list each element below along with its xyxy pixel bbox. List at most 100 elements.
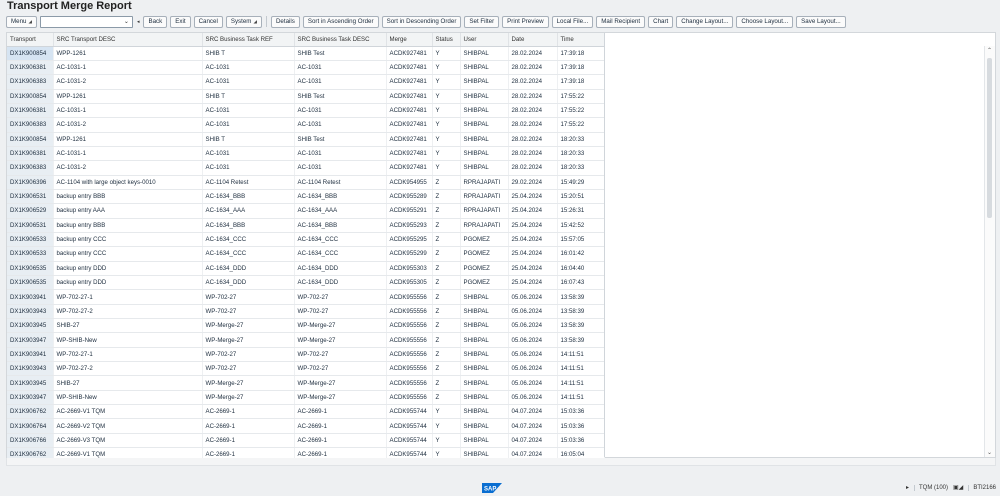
table-cell[interactable]: Y xyxy=(432,117,461,133)
table-cell[interactable]: 28.02.2024 xyxy=(508,74,558,90)
table-cell[interactable]: 05.06.2024 xyxy=(508,375,558,391)
column-header[interactable]: Status xyxy=(432,33,461,47)
table-cell[interactable]: WPP-1261 xyxy=(53,132,203,147)
table-cell[interactable]: SHIBPAL xyxy=(460,46,509,61)
table-cell[interactable]: AC-2669-1 xyxy=(294,404,387,420)
table-row[interactable]: DX1K900854 WPP-1261 SHIB T SHIB Test ACDK927… xyxy=(7,89,605,104)
table-cell[interactable]: DX1K903941 xyxy=(7,347,54,363)
table-cell[interactable]: Y xyxy=(432,46,461,61)
table-cell[interactable]: 05.06.2024 xyxy=(508,332,558,348)
table-row[interactable]: DX1K903945 SHIB-27 WP-Merge-27 WP-Merge-27 A… xyxy=(7,318,605,334)
table-cell[interactable]: PGOMEZ xyxy=(460,232,509,248)
table-cell[interactable]: 16:07:43 xyxy=(557,275,605,291)
table-cell[interactable]: Y xyxy=(432,418,461,434)
table-cell[interactable]: ACDK955299 xyxy=(386,246,433,262)
column-header[interactable]: User xyxy=(460,33,509,47)
table-cell[interactable]: ACDK927481 xyxy=(386,89,433,104)
table-cell[interactable]: backup entry BBB xyxy=(53,218,203,233)
table-cell[interactable]: AC-1634_CCC xyxy=(294,246,387,262)
table-row[interactable]: DX1K906529 backup entry AAA AC-1634_AAA AC-… xyxy=(7,203,605,219)
table-cell[interactable]: AC-1031 xyxy=(202,74,295,90)
table-cell[interactable]: Z xyxy=(432,246,461,262)
table-row[interactable]: DX1K906764 AC-2669-V2 TQM AC-2669-1 AC-2669… xyxy=(7,418,605,434)
table-cell[interactable]: PGOMEZ xyxy=(460,275,509,291)
table-cell[interactable]: WP-Merge-27 xyxy=(202,390,295,406)
table-cell[interactable]: ACDK927481 xyxy=(386,146,433,162)
table-cell[interactable]: SHIBPAL xyxy=(460,375,509,391)
table-cell[interactable]: 28.02.2024 xyxy=(508,46,558,61)
table-cell[interactable]: WP-702-27-2 xyxy=(53,304,203,320)
table-cell[interactable]: RPRAJAPATI xyxy=(460,175,509,190)
table-cell[interactable]: WPP-1261 xyxy=(53,89,203,104)
table-cell[interactable]: ACDK955556 xyxy=(386,375,433,391)
table-cell[interactable]: ACDK955556 xyxy=(386,347,433,363)
table-cell[interactable]: ACDK955556 xyxy=(386,390,433,406)
column-header[interactable]: SRC Transport DESC xyxy=(53,33,203,47)
table-cell[interactable]: AC-1634_BBB xyxy=(294,218,387,233)
table-cell[interactable]: Y xyxy=(432,160,461,176)
table-cell[interactable]: ACDK927481 xyxy=(386,160,433,176)
column-header[interactable]: Merge xyxy=(386,33,433,47)
table-cell[interactable]: AC-1634_DDD xyxy=(202,261,295,277)
table-cell[interactable]: ACDK955744 xyxy=(386,418,433,434)
table-cell[interactable]: SHIB-27 xyxy=(53,375,203,391)
table-cell[interactable]: 17:55:22 xyxy=(557,117,605,133)
table-cell[interactable]: DX1K906383 xyxy=(7,117,54,133)
table-cell[interactable]: 16:04:40 xyxy=(557,261,605,277)
table-cell[interactable]: DX1K903947 xyxy=(7,390,54,406)
table-cell[interactable]: ACDK955556 xyxy=(386,332,433,348)
table-cell[interactable]: 14:11:51 xyxy=(557,390,605,406)
table-cell[interactable]: WP-702-27 xyxy=(202,289,295,305)
table-cell[interactable]: ACDK955289 xyxy=(386,189,433,205)
table-cell[interactable]: WP-702-27-1 xyxy=(53,347,203,363)
table-cell[interactable]: WP-Merge-27 xyxy=(294,332,387,348)
table-cell[interactable]: AC-1031 xyxy=(202,160,295,176)
table-cell[interactable]: Y xyxy=(432,60,461,76)
table-cell[interactable]: DX1K906535 xyxy=(7,261,54,277)
table-cell[interactable]: 05.06.2024 xyxy=(508,390,558,406)
table-cell[interactable]: 28.02.2024 xyxy=(508,89,558,104)
table-cell[interactable]: WP-702-27 xyxy=(202,304,295,320)
table-cell[interactable]: SHIBPAL xyxy=(460,89,509,104)
table-cell[interactable]: AC-1031-2 xyxy=(53,117,203,133)
table-cell[interactable]: 25.04.2024 xyxy=(508,218,558,233)
table-cell[interactable]: WP-702-27 xyxy=(294,289,387,305)
table-cell[interactable]: AC-1031 xyxy=(294,60,387,76)
table-row[interactable]: DX1K906381 AC-1031-1 AC-1031 AC-1031 ACDK927… xyxy=(7,60,605,76)
table-cell[interactable]: DX1K906531 xyxy=(7,218,54,233)
table-cell[interactable]: DX1K906396 xyxy=(7,175,54,190)
table-row[interactable]: DX1K903947 WP-SHIB-New WP-Merge-27 WP-Merge… xyxy=(7,332,605,348)
table-cell[interactable]: SHIB T xyxy=(202,46,295,61)
table-row[interactable]: DX1K906535 backup entry DDD AC-1634_DDD AC-… xyxy=(7,261,605,277)
table-cell[interactable]: 18:20:33 xyxy=(557,132,605,147)
change-layout-button[interactable]: Change Layout... xyxy=(676,15,734,28)
table-cell[interactable]: AC-1634_BBB xyxy=(202,218,295,233)
scroll-up-icon[interactable]: ⌃ xyxy=(987,47,992,54)
table-cell[interactable]: Z xyxy=(432,218,461,233)
table-cell[interactable]: WP-702-27 xyxy=(294,347,387,363)
table-cell[interactable]: DX1K900854 xyxy=(7,132,54,147)
table-cell[interactable]: AC-1634_BBB xyxy=(294,189,387,205)
table-cell[interactable]: backup entry AAA xyxy=(53,203,203,219)
table-cell[interactable]: Z xyxy=(432,232,461,248)
table-cell[interactable]: DX1K906381 xyxy=(7,103,54,119)
table-cell[interactable]: AC-1031-1 xyxy=(53,103,203,119)
table-cell[interactable]: 25.04.2024 xyxy=(508,275,558,291)
table-cell[interactable]: 28.02.2024 xyxy=(508,103,558,119)
save-layout-button[interactable]: Save Layout... xyxy=(796,15,846,28)
table-cell[interactable]: 13:58:39 xyxy=(557,289,605,305)
table-row[interactable]: DX1K906535 backup entry DDD AC-1634_DDD AC-… xyxy=(7,275,605,291)
table-row[interactable]: DX1K906383 AC-1031-2 AC-1031 AC-1031 ACDK927… xyxy=(7,74,605,90)
table-cell[interactable]: WP-Merge-27 xyxy=(202,332,295,348)
table-cell[interactable]: DX1K903945 xyxy=(7,318,54,334)
table-cell[interactable]: DX1K900854 xyxy=(7,89,54,104)
table-cell[interactable]: DX1K906381 xyxy=(7,60,54,76)
table-cell[interactable]: PGOMEZ xyxy=(460,246,509,262)
details-button[interactable]: Details xyxy=(270,15,300,28)
table-cell[interactable]: WP-Merge-27 xyxy=(294,390,387,406)
command-field[interactable]: ⌄ xyxy=(39,15,133,28)
table-cell[interactable]: Y xyxy=(432,146,461,162)
table-cell[interactable]: WPP-1261 xyxy=(53,46,203,61)
column-header[interactable]: Time xyxy=(557,33,605,47)
table-cell[interactable]: SHIBPAL xyxy=(460,361,509,377)
